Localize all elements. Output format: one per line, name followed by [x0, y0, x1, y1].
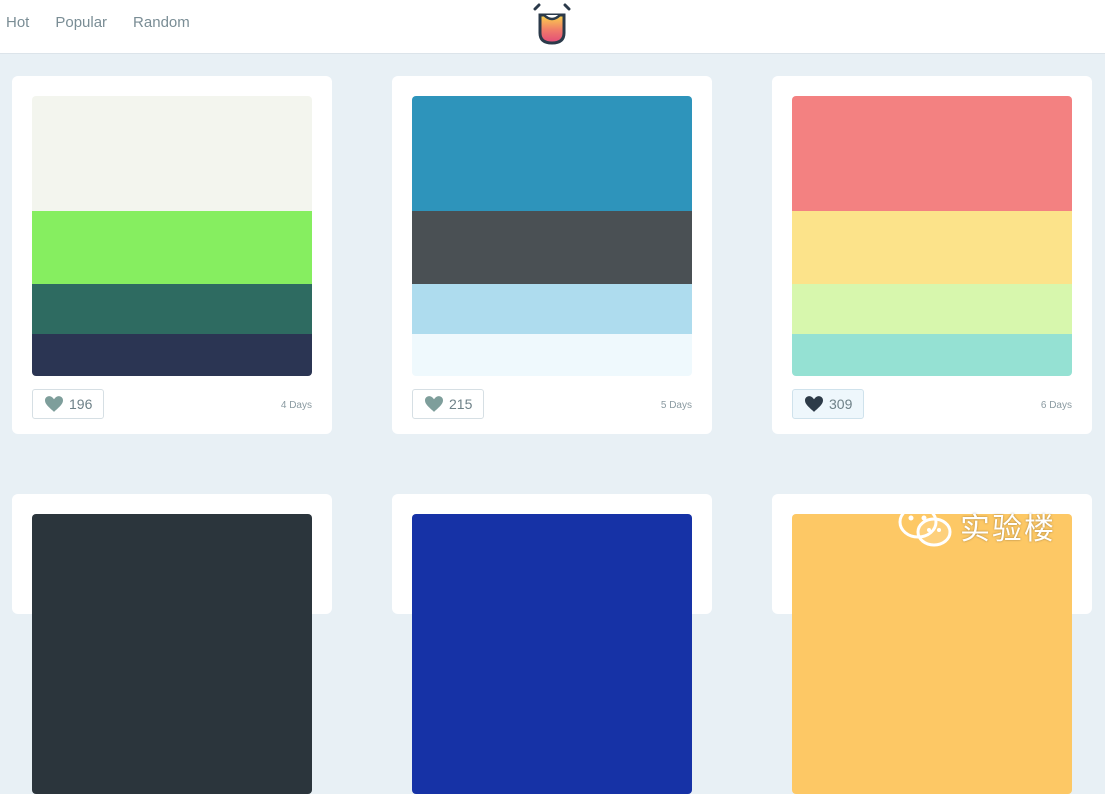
palette-age: 6 Days	[1040, 400, 1072, 411]
color-swatch[interactable]	[792, 334, 1072, 376]
logo-icon[interactable]	[533, 3, 571, 45]
color-swatch[interactable]	[412, 211, 692, 284]
palette-card[interactable]	[12, 494, 332, 794]
color-palette[interactable]	[412, 96, 692, 376]
color-swatch[interactable]	[412, 96, 692, 211]
like-count: 309	[829, 396, 853, 412]
color-palette[interactable]	[412, 514, 692, 794]
palette-card[interactable]	[392, 494, 712, 794]
watermark-text: 实验楼	[960, 512, 1056, 547]
like-count: 215	[449, 396, 473, 412]
color-palette[interactable]	[792, 96, 1072, 376]
heart-icon	[425, 396, 443, 412]
nav-popular[interactable]: Popular	[55, 14, 107, 31]
nav-hot[interactable]: Hot	[6, 14, 29, 31]
color-swatch[interactable]	[32, 211, 312, 284]
color-swatch[interactable]	[792, 96, 1072, 211]
color-palette[interactable]	[792, 514, 1072, 794]
color-swatch[interactable]	[412, 284, 692, 334]
color-palette[interactable]	[32, 514, 312, 794]
palette-card[interactable]: 215 5 Days	[392, 76, 712, 434]
main-nav: Hot Popular Random	[6, 14, 190, 31]
like-button[interactable]: 309	[792, 389, 864, 419]
color-palette[interactable]	[32, 96, 312, 376]
like-button[interactable]: 215	[412, 389, 484, 419]
heart-icon	[805, 396, 823, 412]
color-swatch[interactable]	[32, 514, 312, 794]
like-count: 196	[69, 396, 93, 412]
color-swatch[interactable]	[792, 284, 1072, 334]
palette-card[interactable]: 196 4 Days	[12, 76, 332, 434]
top-bar: Hot Popular Random	[0, 0, 1105, 54]
color-swatch[interactable]	[792, 514, 1072, 794]
color-swatch[interactable]	[32, 284, 312, 334]
wechat-icon	[898, 505, 952, 547]
color-swatch[interactable]	[412, 514, 692, 794]
heart-icon	[45, 396, 63, 412]
watermark: 实验楼	[898, 504, 1056, 548]
color-swatch[interactable]	[792, 211, 1072, 284]
color-swatch[interactable]	[32, 334, 312, 376]
palette-card[interactable]: 309 6 Days	[772, 76, 1092, 434]
color-swatch[interactable]	[412, 334, 692, 376]
nav-random[interactable]: Random	[133, 14, 190, 31]
palette-age: 5 Days	[660, 400, 692, 411]
palette-age: 4 Days	[280, 400, 312, 411]
like-button[interactable]: 196	[32, 389, 104, 419]
color-swatch[interactable]	[32, 96, 312, 211]
